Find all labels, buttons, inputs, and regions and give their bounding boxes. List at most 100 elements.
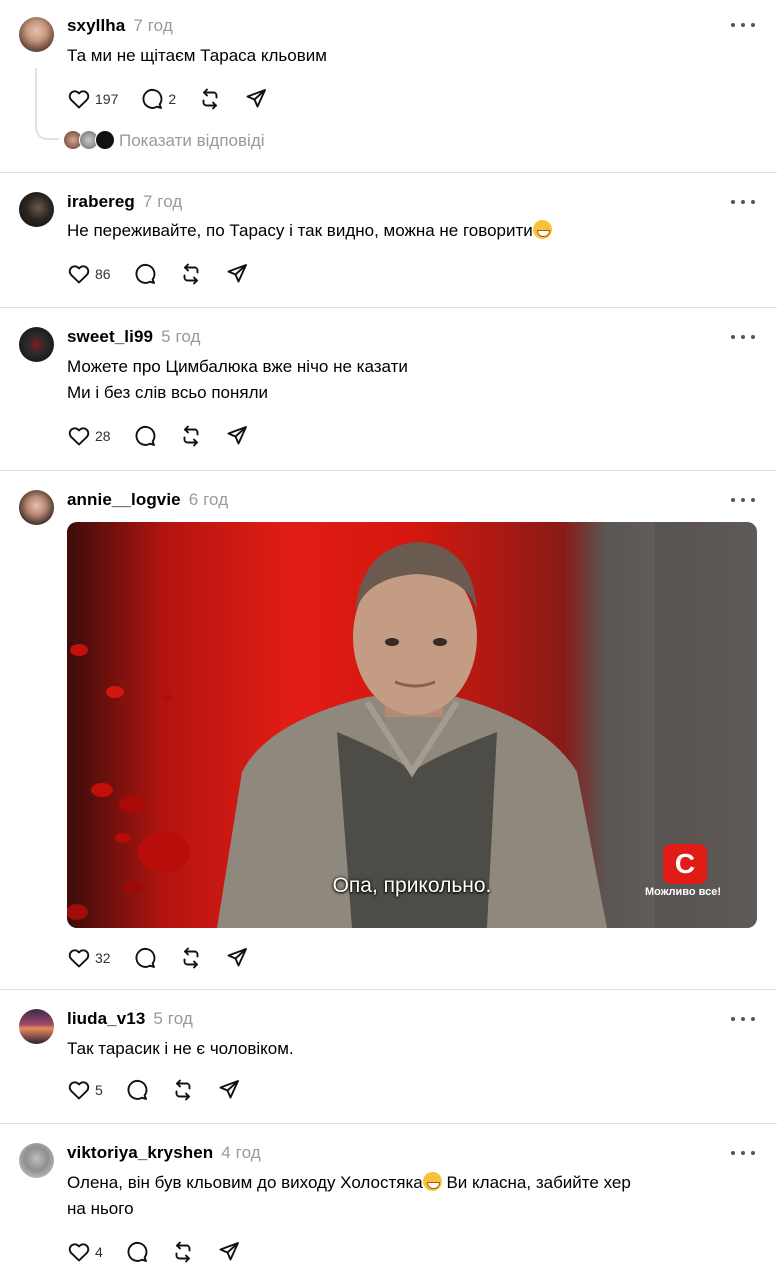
like-button[interactable]: 197	[67, 87, 118, 111]
post-sxyllha: sxyllha 7 год Та ми не щітаєм Тараса кльо…	[0, 0, 777, 173]
post-actions: 197 2	[67, 86, 290, 112]
heart-icon	[67, 87, 91, 111]
repost-icon	[179, 946, 203, 970]
avatar[interactable]	[19, 327, 54, 362]
share-button[interactable]	[225, 946, 249, 970]
comment-icon	[133, 262, 157, 286]
video-caption: Опа, прикольно.	[332, 874, 492, 897]
post-time: 7 год	[133, 16, 173, 35]
like-count: 86	[95, 266, 111, 282]
post-text-line1: Можете про Цимбалюка вже нічо не казати	[67, 357, 408, 376]
repost-icon	[171, 1240, 195, 1264]
avatar[interactable]	[19, 192, 54, 227]
comment-button[interactable]	[125, 1240, 149, 1264]
post-actions: 28	[67, 423, 271, 449]
like-button[interactable]: 28	[67, 424, 111, 448]
post-actions: 32	[67, 945, 271, 971]
username[interactable]: sxyllha 7 год	[67, 16, 173, 36]
more-icon[interactable]	[731, 497, 755, 503]
post-text-line1: Олена, він був кльовим до виходу Холостя…	[67, 1172, 631, 1192]
repost-button[interactable]	[179, 946, 203, 970]
comment-button[interactable]	[125, 1078, 149, 1102]
comment-count: 2	[168, 91, 177, 107]
like-button[interactable]: 86	[67, 262, 111, 286]
repost-button[interactable]	[171, 1078, 195, 1102]
like-button[interactable]: 5	[67, 1078, 103, 1102]
heart-icon	[67, 1240, 91, 1264]
heart-icon	[67, 946, 91, 970]
username[interactable]: sweet_li99 5 год	[67, 327, 201, 347]
share-icon	[217, 1240, 241, 1264]
like-count: 5	[95, 1082, 103, 1098]
avatar[interactable]	[19, 17, 54, 52]
grin-emoji-icon	[532, 220, 552, 239]
username[interactable]: annie__logvie 6 год	[67, 490, 228, 510]
share-button[interactable]	[225, 424, 249, 448]
post-time: 7 год	[142, 192, 183, 211]
post-actions: 5	[67, 1077, 263, 1103]
username[interactable]: liuda_v13 5 год	[67, 1009, 193, 1029]
post-time: 5 год	[153, 1009, 193, 1028]
post-viktoriya_kryshen: viktoriya_kryshen 4 год Олена, він був кл…	[0, 1124, 777, 1282]
repost-icon	[171, 1078, 195, 1102]
more-icon[interactable]	[731, 199, 755, 205]
repost-button[interactable]	[179, 262, 203, 286]
avatar	[95, 130, 115, 150]
post-text: Не переживайте, по Тарасу і так видно, м…	[67, 218, 747, 244]
comment-icon	[133, 946, 157, 970]
like-button[interactable]: 32	[67, 946, 111, 970]
username[interactable]: viktoriya_kryshen 4 год	[67, 1143, 261, 1163]
share-button[interactable]	[244, 87, 268, 111]
post-time: 4 год	[221, 1143, 261, 1162]
repost-icon	[198, 87, 222, 111]
more-icon[interactable]	[731, 334, 755, 340]
post-time: 5 год	[161, 327, 201, 346]
reply-avatars[interactable]	[63, 130, 115, 150]
share-icon	[225, 424, 249, 448]
share-icon	[225, 946, 249, 970]
comment-icon	[133, 424, 157, 448]
heart-icon	[67, 424, 91, 448]
comment-button[interactable]: 2	[140, 87, 176, 111]
comment-button[interactable]	[133, 262, 157, 286]
username[interactable]: irabereg 7 год	[67, 192, 182, 212]
post-text-line2: Ми і без слів всьо поняли	[67, 383, 269, 402]
post-annie__logvie: annie__logvie 6 год С Можливо все! Опа, …	[0, 471, 777, 989]
share-icon	[217, 1078, 241, 1102]
post-irabereg: irabereg 7 год Не переживайте, по Тарасу …	[0, 173, 777, 307]
post-text-line2: на нього	[67, 1199, 134, 1218]
like-count: 4	[95, 1244, 103, 1260]
comment-button[interactable]	[133, 946, 157, 970]
more-icon[interactable]	[731, 1016, 755, 1022]
more-icon[interactable]	[731, 1150, 755, 1156]
heart-icon	[67, 1078, 91, 1102]
comment-button[interactable]	[133, 424, 157, 448]
share-button[interactable]	[217, 1240, 241, 1264]
post-actions: 86	[67, 261, 271, 287]
repost-icon	[179, 424, 203, 448]
repost-button[interactable]	[179, 424, 203, 448]
thread-line	[35, 68, 59, 140]
comment-icon	[125, 1078, 149, 1102]
repost-button[interactable]	[198, 87, 222, 111]
comment-icon	[125, 1240, 149, 1264]
heart-icon	[67, 262, 91, 286]
post-liuda_v13: liuda_v13 5 год Так тарасик і не є чолові…	[0, 990, 777, 1123]
more-icon[interactable]	[731, 22, 755, 28]
repost-icon	[179, 262, 203, 286]
post-time: 6 год	[188, 490, 229, 509]
post-text: Та ми не щітаєм Тараса кльовим	[67, 46, 327, 65]
avatar[interactable]	[19, 1009, 54, 1044]
comment-icon	[140, 87, 164, 111]
like-button[interactable]: 4	[67, 1240, 103, 1264]
show-replies-link[interactable]: Показати відповіді	[119, 131, 265, 151]
post-media[interactable]: С Можливо все! Опа, прикольно.	[67, 522, 757, 928]
repost-button[interactable]	[171, 1240, 195, 1264]
post-actions: 4	[67, 1239, 263, 1265]
share-button[interactable]	[225, 262, 249, 286]
post-sweet_li99: sweet_li99 5 год Можете про Цимбалюка вже…	[0, 308, 777, 470]
avatar[interactable]	[19, 1143, 54, 1178]
share-icon	[225, 262, 249, 286]
avatar[interactable]	[19, 490, 54, 525]
share-button[interactable]	[217, 1078, 241, 1102]
